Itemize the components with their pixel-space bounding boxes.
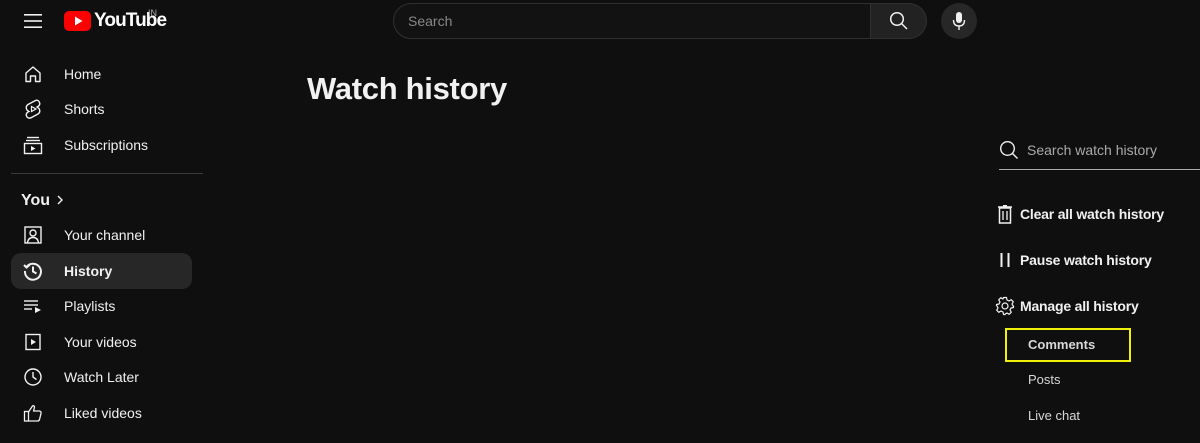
sidebar-divider [11,172,203,174]
sidebar-item-your-videos[interactable]: Your videos [11,324,192,360]
playlists-icon [21,294,45,318]
liked-videos-icon [21,401,45,425]
sidebar-item-label: Playlists [64,298,116,315]
your-videos-icon [21,330,45,354]
sidebar-item-label: Subscriptions [64,136,149,153]
sidebar-item-playlists[interactable]: Playlists [11,289,192,325]
home-icon [21,62,45,86]
shorts-icon [21,97,45,121]
menu-button[interactable] [18,6,48,36]
you-section-header[interactable]: You [11,184,210,218]
sidebar: Home Shorts Subscriptions You Your chann… [0,56,210,431]
trash-icon [994,203,1016,225]
sidebar-item-label: Shorts [64,101,105,118]
sidebar-item-your-channel[interactable]: Your channel [11,218,192,254]
pause-icon [994,249,1016,271]
manage-item-posts[interactable]: Posts [1028,372,1061,387]
manage-item-comments[interactable]: Comments [1028,337,1095,352]
country-code: IN [148,8,157,18]
youtube-play-logo-icon [64,11,91,31]
sidebar-item-label: History [64,262,113,279]
sidebar-item-label: Home [64,65,102,82]
manage-history-button[interactable]: Manage all history [994,291,1139,321]
hamburger-menu-icon [24,14,42,28]
search-input[interactable] [408,13,870,29]
clear-history-label: Clear all watch history [1020,206,1165,222]
manage-item-live-chat[interactable]: Live chat [1028,408,1080,423]
you-heading: You [21,191,51,209]
sidebar-item-shorts[interactable]: Shorts [11,92,192,128]
subscriptions-icon [21,133,45,157]
chevron-right-icon [57,195,63,204]
clear-history-button[interactable]: Clear all watch history [994,199,1164,229]
page-title: Watch history [307,71,507,106]
microphone-icon [952,12,966,30]
youtube-history-page: YouTube IN Home Shorts [0,0,1200,443]
history-search-input[interactable] [1027,142,1197,158]
sidebar-item-label: Your videos [64,333,137,350]
sidebar-item-label: Your channel [64,227,146,244]
pause-history-label: Pause watch history [1020,252,1152,268]
your-channel-icon [21,223,45,247]
history-icon [21,259,45,283]
sidebar-item-label: Liked videos [64,404,142,421]
sidebar-item-label: Watch Later [64,369,139,386]
history-search-box[interactable] [999,132,1200,170]
sidebar-item-history[interactable]: History [11,253,192,289]
manage-history-label: Manage all history [1020,298,1139,314]
search-icon [999,140,1018,159]
watch-later-icon [21,365,45,389]
gear-icon [994,295,1016,317]
voice-search-button[interactable] [941,3,977,39]
sidebar-item-liked-videos[interactable]: Liked videos [11,395,192,431]
pause-history-button[interactable]: Pause watch history [994,245,1152,275]
sidebar-item-watch-later[interactable]: Watch Later [11,360,192,396]
sidebar-item-subscriptions[interactable]: Subscriptions [11,127,192,163]
sidebar-item-home[interactable]: Home [11,56,192,92]
search-button[interactable] [871,3,927,39]
search-box[interactable] [393,3,871,39]
search-icon [889,11,908,30]
